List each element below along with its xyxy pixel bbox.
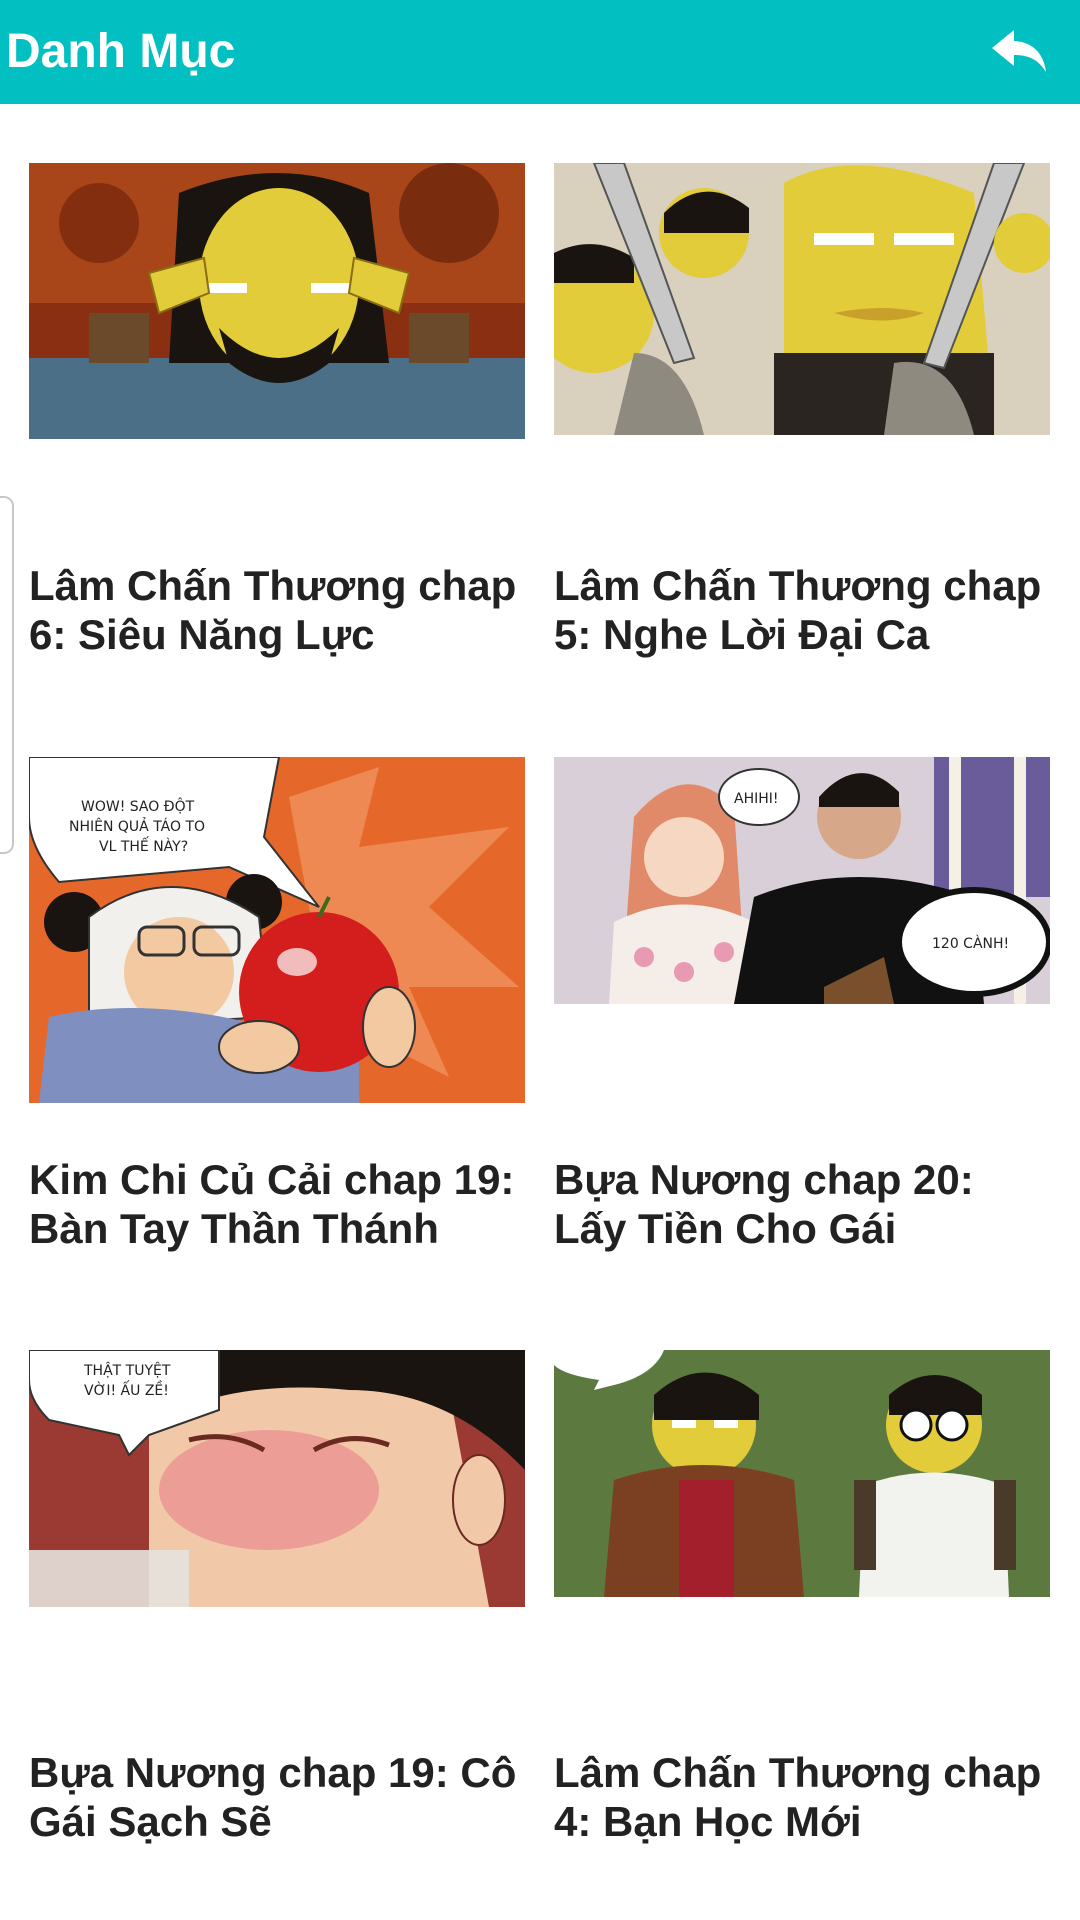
page-title: Danh Mục bbox=[6, 25, 236, 78]
comic-card[interactable]: Lâm Chấn Thương chap 4: Bạn Học Mới bbox=[554, 1350, 1050, 1910]
comic-title: Bựa Nương chap 20: Lấy Tiền Cho Gái bbox=[554, 1156, 974, 1252]
comic-thumbnail bbox=[554, 163, 1050, 435]
comic-card[interactable]: THẬT TUYỆT VỜI! ẤU ZỀ! Bựa Nương chap 19… bbox=[29, 1350, 525, 1910]
speech-bubble-text: AHIHI! bbox=[734, 791, 779, 807]
comic-title: Bựa Nương chap 19: Cô Gái Sạch Sẽ bbox=[29, 1749, 517, 1845]
comic-title: Lâm Chấn Thương chap 5: Nghe Lời Đại Ca bbox=[554, 562, 1042, 658]
speech-bubble-line: NHIÊN QUẢ TÁO TO bbox=[69, 817, 205, 835]
speech-bubble-text: 120 CÀNH! bbox=[932, 935, 1009, 952]
speech-bubble-line: VL THẾ NÀY? bbox=[99, 836, 188, 855]
reply-arrow-icon bbox=[992, 30, 1046, 72]
comic-thumbnail bbox=[554, 1350, 1050, 1597]
app-header: Danh Mục bbox=[0, 0, 1080, 104]
comic-card[interactable]: AHIHI! 120 CÀNH! Bựa Nương chap 20: Lấy … bbox=[554, 757, 1050, 1317]
comic-thumbnail: AHIHI! 120 CÀNH! bbox=[554, 757, 1050, 1004]
comic-thumbnail: THẬT TUYỆT VỜI! ẤU ZỀ! bbox=[29, 1350, 525, 1607]
comic-thumbnail: WOW! SAO ĐỘT NHIÊN QUẢ TÁO TO VL THẾ NÀY… bbox=[29, 757, 525, 1103]
comic-thumbnail bbox=[29, 163, 525, 439]
speech-bubble-line: VỜI! ẤU ZỀ! bbox=[84, 1380, 169, 1399]
back-button[interactable] bbox=[990, 26, 1050, 78]
comic-title: Lâm Chấn Thương chap 6: Siêu Năng Lực bbox=[29, 562, 517, 658]
speech-bubble-line: WOW! SAO ĐỘT bbox=[81, 797, 195, 815]
comic-card[interactable]: WOW! SAO ĐỘT NHIÊN QUẢ TÁO TO VL THẾ NÀY… bbox=[29, 757, 525, 1317]
comic-title: Kim Chi Củ Cải chap 19: Bàn Tay Thần Thá… bbox=[29, 1156, 515, 1252]
side-drawer-handle[interactable] bbox=[0, 496, 14, 854]
comic-card[interactable]: Lâm Chấn Thương chap 5: Nghe Lời Đại Ca bbox=[554, 163, 1050, 723]
comic-card[interactable]: Lâm Chấn Thương chap 6: Siêu Năng Lực bbox=[29, 163, 525, 723]
speech-bubble-line: THẬT TUYỆT bbox=[83, 1361, 171, 1379]
comic-title: Lâm Chấn Thương chap 4: Bạn Học Mới bbox=[554, 1749, 1042, 1845]
